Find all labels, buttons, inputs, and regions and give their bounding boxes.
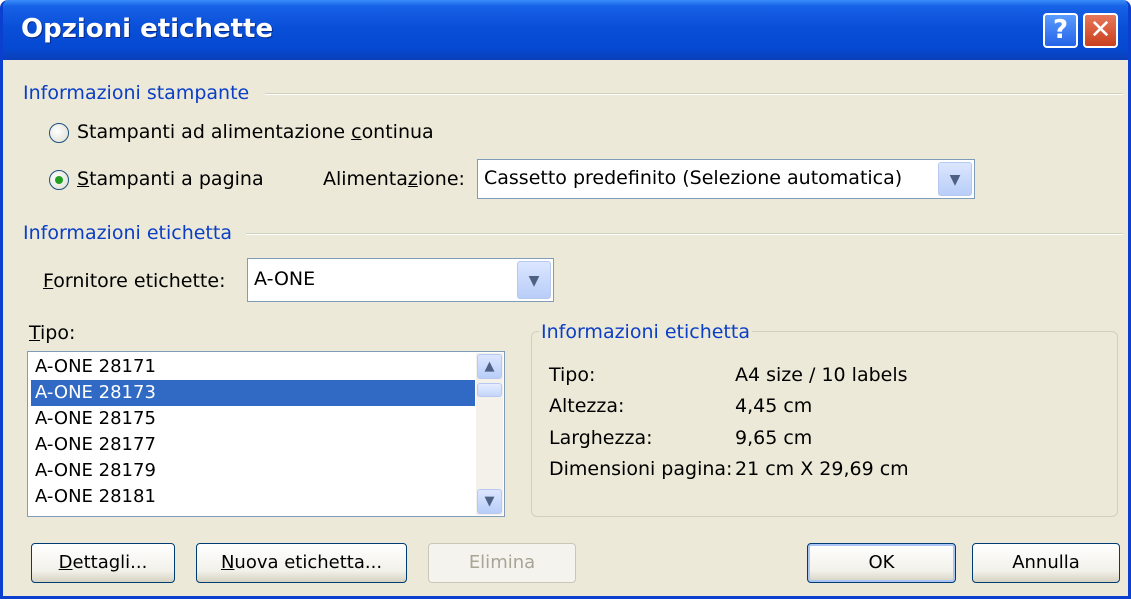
type-list-label: Tipo: [29, 322, 76, 344]
feed-select-value: Cassetto predefinito (Selezione automati… [484, 167, 903, 189]
continuous-feed-label[interactable]: Stampanti ad alimentazione continua [77, 121, 434, 143]
vendor-select-chevron-down-icon[interactable]: ▼ [517, 261, 551, 299]
vendor-select-value: A-ONE [254, 268, 316, 290]
feed-select[interactable]: Cassetto predefinito (Selezione automati… [477, 159, 975, 199]
detail-value-width: 9,65 cm [735, 427, 813, 449]
delete-button[interactable]: Elimina [428, 543, 576, 583]
printer-group-divider [265, 93, 1123, 95]
list-item[interactable]: A-ONE 28181 [31, 484, 475, 510]
label-group-title: Informazioni etichetta [23, 222, 232, 244]
close-button[interactable]: ✕ [1083, 13, 1118, 48]
list-item[interactable]: A-ONE 28171 [31, 354, 475, 380]
new-label-button[interactable]: Nuova etichetta... [196, 543, 407, 583]
scroll-thumb[interactable] [477, 383, 502, 397]
radio-selected-dot [55, 176, 63, 184]
vendor-select[interactable]: A-ONE ▼ [247, 258, 554, 302]
detail-key-page-size: Dimensioni pagina: [549, 458, 733, 480]
type-listbox[interactable]: A-ONE 28171 A-ONE 28173 A-ONE 28175 A-ON… [27, 351, 505, 517]
feed-select-chevron-down-icon[interactable]: ▼ [938, 162, 972, 196]
list-item[interactable]: A-ONE 28175 [31, 406, 475, 432]
continuous-feed-radio[interactable] [49, 123, 69, 143]
help-button[interactable]: ? [1043, 13, 1078, 48]
detail-key-type: Tipo: [549, 364, 596, 386]
details-button[interactable]: Dettagli... [31, 543, 175, 583]
detail-key-height: Altezza: [549, 395, 625, 417]
scroll-up-chevron-up-icon[interactable]: ▲ [477, 354, 502, 379]
cancel-button[interactable]: Annulla [972, 543, 1120, 583]
detail-value-height: 4,45 cm [735, 395, 813, 417]
dialog-content: Informazioni stampante Stampanti ad alim… [3, 60, 1128, 596]
vendor-label: Fornitore etichette: [43, 270, 226, 292]
ok-button[interactable]: OK [807, 543, 956, 583]
page-printer-label[interactable]: Stampanti a pagina [77, 168, 264, 190]
detail-value-page-size: 21 cm X 29,69 cm [735, 458, 909, 480]
scroll-down-chevron-down-icon[interactable]: ▼ [477, 489, 502, 514]
list-item[interactable]: A-ONE 28179 [31, 458, 475, 484]
title-bar[interactable]: Opzioni etichette ? ✕ [3, 0, 1128, 60]
feed-label: Alimentazione: [323, 168, 465, 190]
detail-value-type: A4 size / 10 labels [735, 364, 908, 386]
printer-group-title: Informazioni stampante [23, 82, 250, 104]
label-details-box [531, 331, 1118, 517]
list-item[interactable]: A-ONE 28177 [31, 432, 475, 458]
label-group-divider [246, 233, 1123, 235]
dialog-title: Opzioni etichette [21, 14, 274, 44]
dialog-window: Opzioni etichette ? ✕ Informazioni stamp… [0, 0, 1131, 599]
list-scrollbar[interactable]: ▲ ▼ [476, 353, 503, 515]
detail-key-width: Larghezza: [549, 427, 653, 449]
list-item-selected[interactable]: A-ONE 28173 [31, 380, 475, 406]
page-printer-radio[interactable] [49, 170, 69, 190]
label-details-title: Informazioni etichetta [539, 321, 752, 343]
